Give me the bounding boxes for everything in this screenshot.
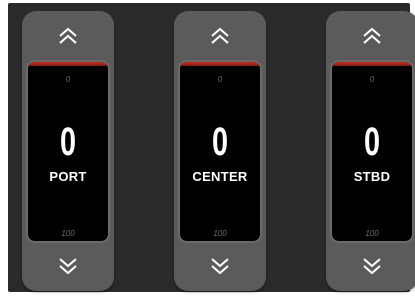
double-chevron-down-icon <box>211 258 229 275</box>
center-up-button[interactable] <box>174 11 266 61</box>
stbd-scale-min: 0 <box>369 75 375 84</box>
double-chevron-up-icon <box>211 27 229 44</box>
stbd-trim-control: 0 0 STBD 100 <box>326 11 415 291</box>
stbd-scale-max: 100 <box>365 229 379 238</box>
port-up-button[interactable] <box>22 11 114 61</box>
center-label: CENTER <box>192 169 248 184</box>
trim-tab-panel: 0 0 PORT 100 0 0 CENTER 100 0 0 STBD 100 <box>8 3 415 292</box>
center-display: 0 0 CENTER 100 <box>178 60 262 243</box>
center-value: 0 <box>211 120 229 164</box>
port-display: 0 0 PORT 100 <box>26 60 110 243</box>
stbd-down-button[interactable] <box>326 241 415 291</box>
port-value: 0 <box>59 120 77 164</box>
center-scale-min: 0 <box>217 75 223 84</box>
port-scale-min: 0 <box>65 75 71 84</box>
stbd-label: STBD <box>353 169 391 184</box>
center-scale-max: 100 <box>213 229 227 238</box>
port-level-indicator <box>28 62 108 66</box>
double-chevron-up-icon <box>59 27 77 44</box>
double-chevron-down-icon <box>363 258 381 275</box>
stbd-level-indicator <box>332 62 412 66</box>
center-trim-control: 0 0 CENTER 100 <box>174 11 266 291</box>
stbd-display: 0 0 STBD 100 <box>330 60 414 243</box>
center-down-button[interactable] <box>174 241 266 291</box>
center-level-indicator <box>180 62 260 66</box>
stbd-up-button[interactable] <box>326 11 415 61</box>
port-down-button[interactable] <box>22 241 114 291</box>
double-chevron-down-icon <box>59 258 77 275</box>
double-chevron-up-icon <box>363 27 381 44</box>
port-scale-max: 100 <box>61 229 75 238</box>
stbd-value: 0 <box>363 120 381 164</box>
port-trim-control: 0 0 PORT 100 <box>22 11 114 291</box>
port-label: PORT <box>49 169 87 184</box>
